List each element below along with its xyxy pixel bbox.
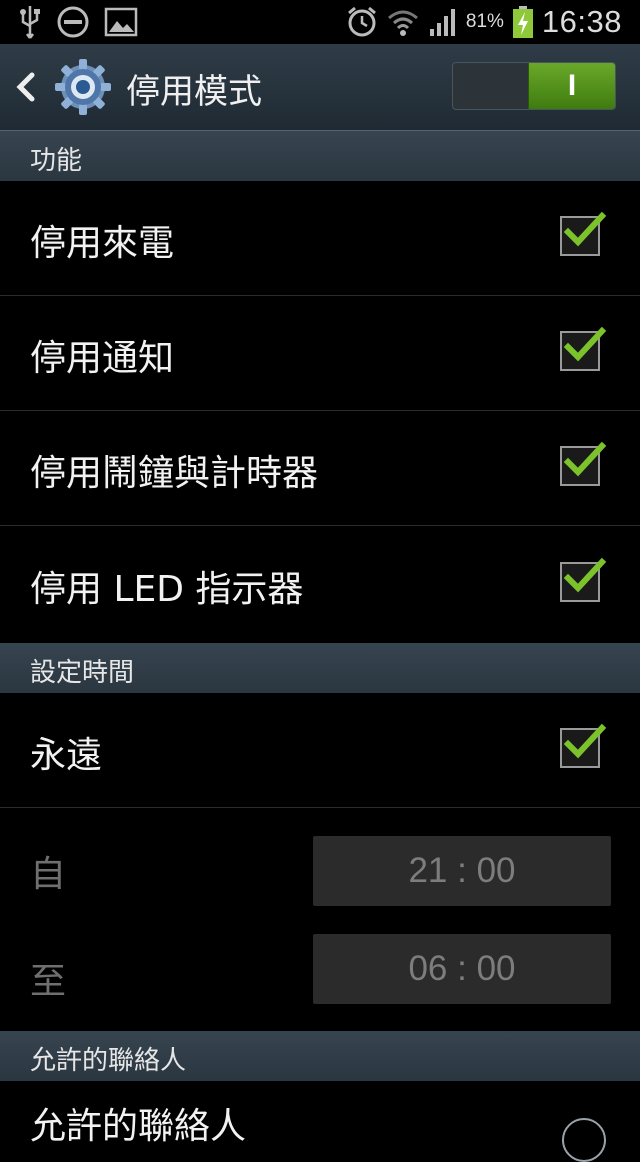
section-header-label: 功能 <box>30 146 83 176</box>
feature-row-incoming-calls[interactable]: 停用來電 <box>0 181 640 296</box>
status-notification-icons <box>18 4 138 40</box>
status-time: 16:38 <box>541 4 622 39</box>
signal-icon <box>429 9 455 36</box>
toggle-knob: I <box>528 63 615 109</box>
section-header-contacts: 允許的聯絡人 <box>0 1031 640 1081</box>
wifi-icon <box>387 10 418 36</box>
checkmark-icon <box>563 557 607 593</box>
battery-percent: 81% <box>465 11 504 32</box>
back-icon[interactable] <box>12 70 40 104</box>
checkmark-icon <box>563 326 607 362</box>
feature-checkbox[interactable] <box>560 557 607 602</box>
feature-label: 停用鬧鐘與計時器 <box>30 453 319 494</box>
toggle-on-label: I <box>567 69 577 102</box>
battery-charging-icon <box>512 6 533 38</box>
section-header-features: 功能 <box>0 131 640 181</box>
feature-row-alarm-timer[interactable]: 停用鬧鐘與計時器 <box>0 411 640 526</box>
feature-checkbox[interactable] <box>560 441 607 486</box>
checkmark-icon <box>563 723 607 759</box>
usb-icon <box>20 6 40 39</box>
blocking-mode-toggle[interactable]: I <box>452 62 616 110</box>
page-title: 停用模式 <box>126 72 262 112</box>
from-label: 自 <box>30 854 67 895</box>
alarm-icon <box>347 6 376 37</box>
status-bar: 81% 16:38 <box>0 0 640 44</box>
section-header-label: 設定時間 <box>30 658 135 688</box>
checkmark-icon <box>563 441 607 477</box>
action-bar: 停用模式 I <box>0 44 640 131</box>
section-header-label: 允許的聯絡人 <box>30 1046 187 1076</box>
feature-row-led-indicator[interactable]: 停用 LED 指示器 <box>0 527 640 642</box>
status-system-icons: 81% 16:38 <box>346 0 622 44</box>
from-time-field: 21 : 00 <box>313 836 611 906</box>
feature-checkbox[interactable] <box>560 211 607 256</box>
to-label: 至 <box>30 961 67 1002</box>
feature-label: 停用 LED 指示器 <box>30 569 304 610</box>
checkmark-icon <box>563 211 607 247</box>
image-icon <box>104 7 138 37</box>
section-header-schedule: 設定時間 <box>0 643 640 693</box>
allowed-contacts-label: 允許的聯絡人 <box>30 1106 247 1147</box>
schedule-row-always[interactable]: 永遠 <box>0 693 640 808</box>
always-label: 永遠 <box>30 735 103 776</box>
blocking-mode-icon <box>57 6 89 38</box>
allowed-contacts-row[interactable]: 允許的聯絡人 <box>0 1081 640 1147</box>
settings-gear-icon[interactable] <box>54 58 112 116</box>
feature-label: 停用通知 <box>30 338 175 379</box>
chevron-right-icon[interactable] <box>562 1118 606 1162</box>
feature-row-notifications[interactable]: 停用通知 <box>0 296 640 411</box>
to-time-field: 06 : 00 <box>313 934 611 1004</box>
feature-label: 停用來電 <box>30 223 175 264</box>
feature-checkbox[interactable] <box>560 326 607 371</box>
always-checkbox[interactable] <box>560 723 607 768</box>
